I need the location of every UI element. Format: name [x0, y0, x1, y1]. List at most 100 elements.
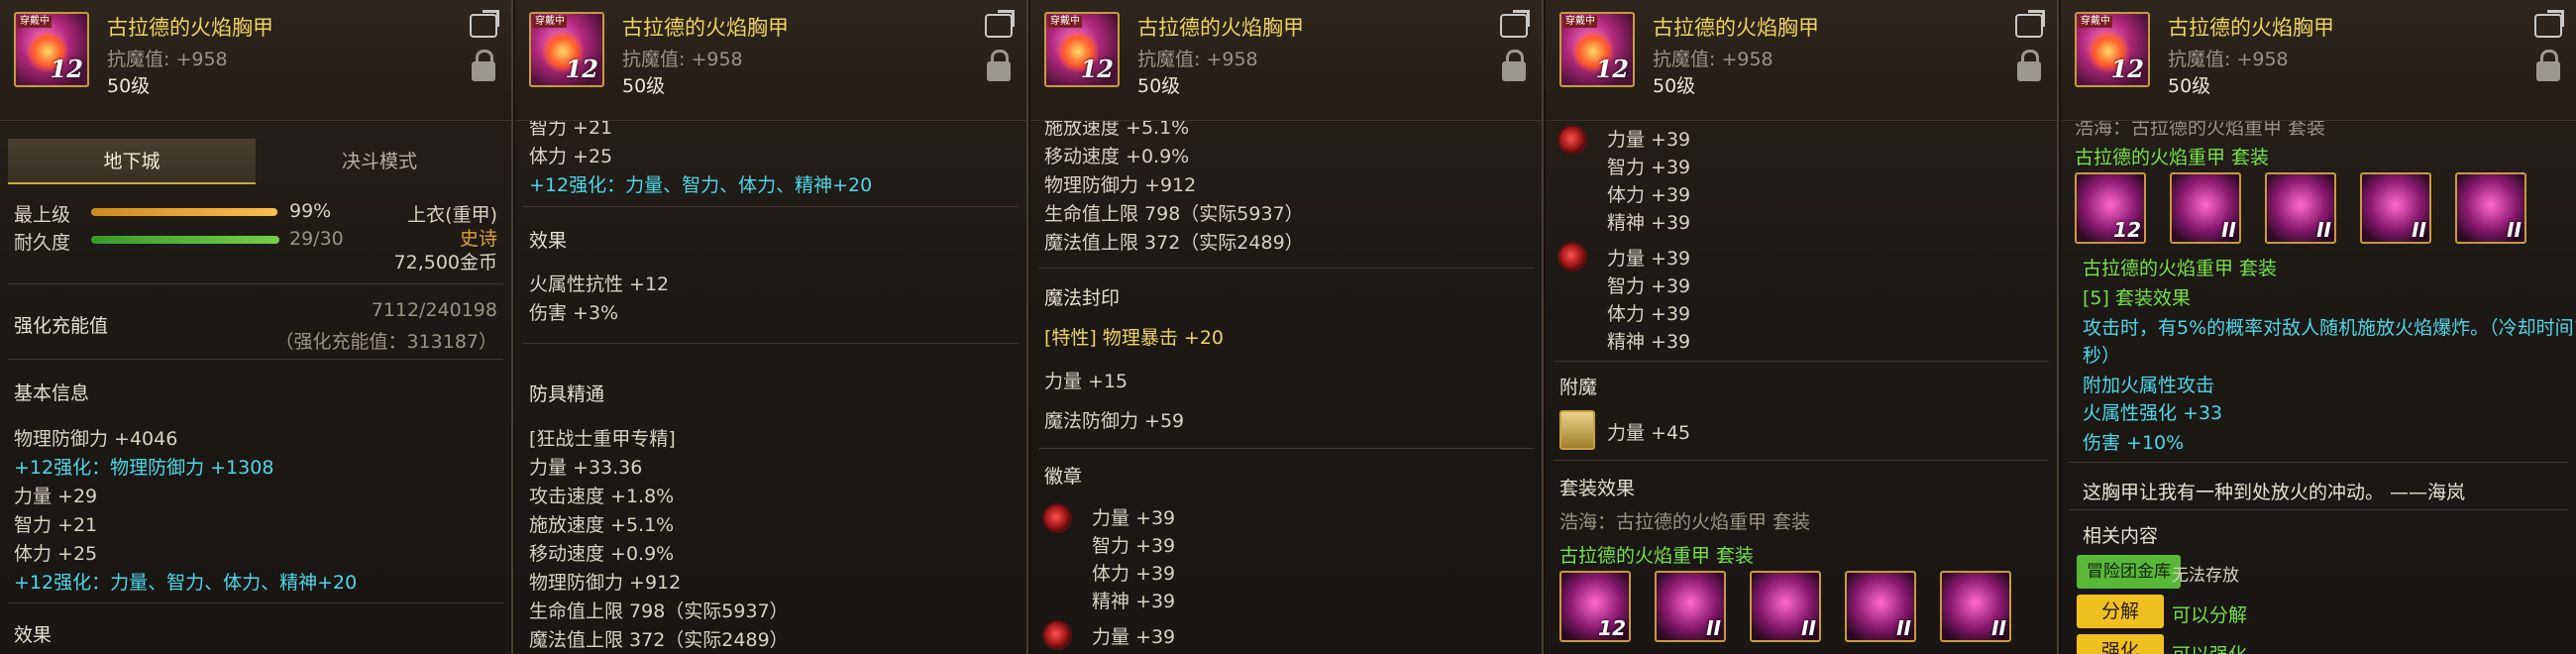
- item-name: 古拉德的火焰胸甲: [1137, 16, 1304, 40]
- set-icons-row: 12 II II II II: [1559, 571, 2045, 644]
- tab-dungeon[interactable]: 地下城: [8, 139, 256, 184]
- item-level: 50级: [622, 75, 666, 97]
- emblem-line: 智力 +39: [1607, 275, 1691, 297]
- disassemble-button[interactable]: 分解: [2077, 595, 2164, 628]
- related-title: 相关内容: [2083, 525, 2159, 547]
- emblem-line: 体力 +39: [1092, 563, 1176, 585]
- set-piece-icon[interactable]: II: [1845, 571, 1916, 642]
- item-slot: 上衣(重甲): [407, 204, 497, 226]
- share-icon[interactable]: [2015, 14, 2043, 38]
- item-icon[interactable]: 穿戴中 12: [2075, 12, 2150, 87]
- max-level-value: 99%: [289, 200, 332, 222]
- set-piece-icon[interactable]: II: [2360, 172, 2431, 244]
- magic-resist: 抗魔值: +958: [1653, 49, 1773, 70]
- adventure-bank-button[interactable]: 冒险团金库: [2077, 555, 2181, 589]
- tooltip-header: 穿戴中 12 古拉德的火焰胸甲 抗魔值: +958 50级: [1030, 0, 1542, 121]
- red-emblem-icon[interactable]: [1557, 125, 1587, 155]
- set-piece-icon[interactable]: II: [1940, 571, 2011, 642]
- item-icon[interactable]: 穿戴中 12: [14, 12, 89, 87]
- tab-pvp[interactable]: 决斗模式: [256, 139, 503, 184]
- lock-icon[interactable]: [1502, 50, 1526, 81]
- emblem-line: 精神 +39: [1607, 331, 1691, 353]
- mastery-line: 施放速度 +5.1%: [529, 514, 675, 536]
- effect-line: 伤害 +3%: [529, 302, 619, 324]
- emblem-line: 体力 +39: [1607, 184, 1691, 206]
- seal-line: 魔法防御力 +59: [1044, 410, 1185, 432]
- lock-icon[interactable]: [2536, 50, 2560, 81]
- set-piece-icon[interactable]: 12: [2075, 172, 2146, 244]
- stat-line: 体力 +25: [14, 543, 98, 565]
- magic-resist: 抗魔值: +958: [2168, 49, 2289, 70]
- emblem-line: 智力 +39: [1607, 157, 1691, 178]
- max-level-bar: [91, 208, 277, 216]
- magic-resist: 抗魔值: +958: [622, 49, 743, 70]
- share-icon[interactable]: [2534, 14, 2562, 38]
- mastery-line: 生命值上限 798（实际5937）: [529, 600, 789, 622]
- enchant-card-icon[interactable]: [1559, 410, 1595, 450]
- divider: [1038, 448, 1534, 449]
- bank-status: 无法存放: [2172, 566, 2239, 586]
- set-piece-icon[interactable]: 12: [1559, 571, 1631, 642]
- divider: [2069, 462, 2568, 463]
- red-emblem-icon[interactable]: [1557, 242, 1587, 272]
- share-icon[interactable]: [1500, 14, 1528, 38]
- durability-value: 29/30: [289, 228, 344, 250]
- share-icon[interactable]: [470, 14, 497, 38]
- fire-attack: 附加火属性攻击: [2083, 375, 2215, 396]
- item-enhance-level: 12: [565, 54, 598, 83]
- item-enhance-level: 12: [1595, 54, 1629, 83]
- lock-icon[interactable]: [2017, 50, 2041, 81]
- item-name: 古拉德的火焰胸甲: [107, 16, 273, 40]
- emblem-line: 力量 +39: [1607, 129, 1691, 151]
- set-sub: 浩海：古拉德的火焰重甲 套装: [1559, 511, 1811, 533]
- effect-line: 火属性抗性 +12: [529, 273, 670, 295]
- red-emblem-icon[interactable]: [1042, 620, 1072, 650]
- mastery-line: 移动速度 +0.9%: [529, 543, 675, 565]
- enhance-button[interactable]: 强化: [2077, 634, 2164, 654]
- set-5-effect: [5] 套装效果: [2083, 287, 2191, 309]
- set-piece-icon[interactable]: II: [1750, 571, 1821, 642]
- set-piece-icon[interactable]: II: [1655, 571, 1726, 642]
- mastery-line: 力量 +33.36: [529, 457, 643, 479]
- equipped-tag: 穿戴中: [2079, 16, 2112, 28]
- item-enhance-level: 12: [2110, 54, 2144, 83]
- equipped-tag: 穿戴中: [1048, 16, 1082, 28]
- damage-bonus: 伤害 +10%: [2083, 432, 2185, 454]
- stat-line: +12强化：力量、智力、体力、精神+20: [14, 572, 358, 594]
- mastery-line: 攻击速度 +1.8%: [529, 486, 675, 507]
- tooltip-header: 穿戴中 12 古拉德的火焰胸甲 抗魔值: +958 50级: [1546, 0, 2057, 121]
- stat-line: 力量 +29: [14, 486, 98, 507]
- stat-line: 物理防御力 +4046: [14, 428, 178, 450]
- flavor-quote: 这胸甲让我有一种到处放火的冲动。 ——海岚: [2083, 482, 2466, 503]
- item-tooltip-panel-5: 穿戴中 12 古拉德的火焰胸甲 抗魔值: +958 50级 浩海：古拉德的火焰重甲…: [2061, 0, 2576, 654]
- item-level: 50级: [107, 75, 151, 97]
- divider: [2069, 509, 2568, 510]
- fire-strength: 火属性强化 +33: [2083, 402, 2223, 424]
- set-piece-icon[interactable]: II: [2170, 172, 2241, 244]
- emblem-line: 精神 +39: [1092, 591, 1176, 612]
- equipped-tag: 穿戴中: [1563, 16, 1597, 28]
- red-emblem-icon[interactable]: [1042, 503, 1072, 533]
- item-tooltip-panel-3: 穿戴中 12 古拉德的火焰胸甲 抗魔值: +958 50级 施放速度 +5.1% …: [1030, 0, 1544, 654]
- lock-icon[interactable]: [472, 50, 495, 81]
- item-icon[interactable]: 穿戴中 12: [529, 12, 604, 87]
- item-name: 古拉德的火焰胸甲: [2168, 16, 2334, 40]
- set-piece-icon[interactable]: II: [2455, 172, 2526, 244]
- set-piece-icon[interactable]: II: [2265, 172, 2336, 244]
- divider: [523, 206, 1019, 207]
- max-level-label: 最上级: [14, 204, 71, 226]
- divider: [8, 602, 503, 603]
- tooltip-header: 穿戴中 12 古拉德的火焰胸甲 抗魔值: +958 50级: [0, 0, 511, 121]
- item-icon[interactable]: 穿戴中 12: [1044, 12, 1120, 87]
- set-name: 古拉德的火焰重甲 套装: [1559, 545, 1755, 567]
- item-icon[interactable]: 穿戴中 12: [1559, 12, 1635, 87]
- divider: [523, 343, 1019, 344]
- share-icon[interactable]: [985, 14, 1013, 38]
- magic-resist: 抗魔值: +958: [1137, 49, 1258, 70]
- stat-line: 生命值上限 798（实际5937）: [1044, 203, 1304, 225]
- mastery-line: [狂战士重甲专精]: [529, 428, 676, 450]
- set-desc-2: 秒）: [2083, 345, 2121, 367]
- stat-line: 物理防御力 +912: [1044, 174, 1197, 196]
- lock-icon[interactable]: [987, 50, 1011, 81]
- disassemble-status: 可以分解: [2172, 604, 2248, 626]
